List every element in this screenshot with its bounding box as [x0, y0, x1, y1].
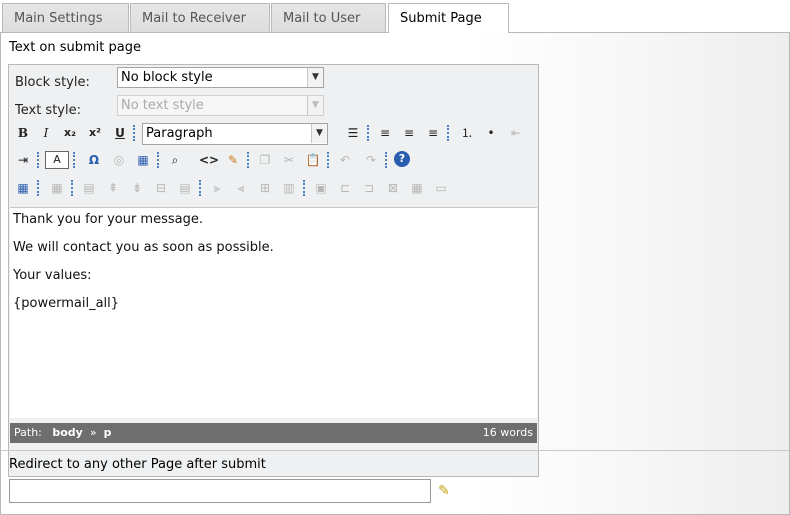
- chevron-down-icon: ▼: [307, 68, 323, 87]
- column-delete-icon: ⊞: [259, 181, 271, 195]
- copy-icon[interactable]: ❐: [255, 150, 275, 170]
- text-color-icon[interactable]: A: [45, 151, 69, 169]
- editor-content-area[interactable]: Thank you for your message. We will cont…: [10, 207, 537, 418]
- row-insert-after-icon: ⇟: [131, 181, 143, 195]
- table-insert-icon[interactable]: ▦: [13, 178, 33, 198]
- unordered-list-icon[interactable]: •: [481, 123, 501, 143]
- editor-statusbar: Path: body » p 16 words: [10, 423, 537, 443]
- tab-mail-to-receiver[interactable]: Mail to Receiver: [130, 3, 270, 33]
- paragraph-format-value: Paragraph: [146, 126, 213, 141]
- row-delete-icon: ⊟: [155, 181, 167, 195]
- toolbar-separator: [133, 125, 135, 141]
- path-label: Path:: [14, 426, 42, 439]
- text-style-select: No text style ▼: [117, 95, 324, 116]
- toolbar-separator: [157, 152, 159, 168]
- cell-delete-icon: ⊠: [387, 181, 399, 195]
- insert-link-icon[interactable]: ◎: [109, 150, 129, 170]
- row-split-icon: ▤: [179, 181, 191, 195]
- find-replace-icon[interactable]: ⌕: [165, 150, 185, 170]
- path-body[interactable]: body: [52, 426, 82, 439]
- ordered-list-icon[interactable]: ⒈: [457, 123, 477, 143]
- toolbar-separator: [199, 180, 201, 196]
- bold-icon[interactable]: B: [13, 123, 33, 143]
- cell-split-icon: ▦: [411, 181, 423, 195]
- chevron-down-icon: ▼: [311, 124, 327, 143]
- tab-bar: Main Settings Mail to Receiver Mail to U…: [0, 0, 790, 33]
- redirect-label: Redirect to any other Page after submit: [9, 457, 266, 472]
- toolbar-separator: [327, 152, 329, 168]
- toolbar-separator: [37, 152, 39, 168]
- toolbar-separator: [247, 152, 249, 168]
- submit-page-panel: Text on submit page Block style: No bloc…: [0, 32, 790, 515]
- block-style-label: Block style:: [15, 75, 90, 90]
- toolbar-separator: [37, 180, 39, 196]
- row-insert-before-icon: ⇞: [107, 181, 119, 195]
- cell-merge-icon: ▭: [435, 181, 447, 195]
- special-char-icon[interactable]: Ω: [84, 150, 104, 170]
- toolbar-separator: [385, 152, 387, 168]
- tab-submit-page[interactable]: Submit Page: [388, 3, 509, 33]
- indent-icon[interactable]: ⇥: [13, 150, 33, 170]
- section-label-submit-text: Text on submit page: [9, 40, 141, 55]
- cell-insert-after-icon: ⊐: [363, 181, 375, 195]
- path-separator: »: [89, 426, 97, 439]
- page-browser-icon[interactable]: ✎: [434, 481, 454, 501]
- rich-text-editor: Block style: No block style ▼ Text style…: [8, 64, 539, 477]
- editor-paragraph: {powermail_all}: [13, 296, 120, 311]
- outdent-icon[interactable]: ⇤: [506, 123, 526, 143]
- column-split-icon: ▥: [283, 181, 295, 195]
- path-p[interactable]: p: [104, 426, 112, 439]
- align-left-icon[interactable]: ≡: [375, 123, 395, 143]
- block-style-select[interactable]: No block style ▼: [117, 67, 324, 88]
- align-center-icon[interactable]: ≡: [399, 123, 419, 143]
- table-properties-icon: ▦: [51, 181, 63, 195]
- superscript-icon[interactable]: x²: [85, 123, 105, 143]
- column-insert-after-icon: ⫷: [237, 181, 245, 195]
- help-icon[interactable]: ?: [394, 151, 410, 167]
- cut-icon[interactable]: ✂: [279, 150, 299, 170]
- paste-icon[interactable]: 📋: [303, 150, 323, 170]
- clean-icon[interactable]: ✎: [223, 150, 243, 170]
- tab-mail-to-user[interactable]: Mail to User: [271, 3, 386, 33]
- toolbar-separator: [71, 180, 73, 196]
- chevron-down-icon: ▼: [307, 96, 323, 115]
- cell-insert-before-icon: ⊏: [339, 181, 351, 195]
- insert-table-icon[interactable]: ▦: [133, 150, 153, 170]
- editor-paragraph: Your values:: [13, 268, 92, 283]
- editor-paragraph: We will contact you as soon as possible.: [13, 240, 274, 255]
- word-count: 16 words: [482, 426, 533, 439]
- text-style-value: No text style: [121, 98, 204, 113]
- text-style-label: Text style:: [15, 103, 81, 118]
- redo-icon[interactable]: ↷: [361, 150, 381, 170]
- toolbar-separator: [73, 152, 75, 168]
- paragraph-format-select[interactable]: Paragraph ▼: [142, 123, 328, 145]
- align-right-icon[interactable]: ≡: [423, 123, 443, 143]
- list-style-icon[interactable]: ☰: [343, 123, 363, 143]
- cell-properties-icon: ▣: [315, 181, 327, 195]
- column-insert-before-icon: ⫸: [213, 181, 221, 195]
- subscript-icon[interactable]: x₂: [60, 123, 80, 143]
- toolbar-separator: [303, 180, 305, 196]
- toolbar-separator: [447, 125, 449, 141]
- block-style-value: No block style: [121, 70, 213, 85]
- underline-icon[interactable]: U: [110, 123, 130, 143]
- tab-main-settings[interactable]: Main Settings: [2, 3, 129, 33]
- editor-paragraph: Thank you for your message.: [13, 212, 203, 227]
- html-source-icon[interactable]: <>: [199, 150, 219, 170]
- row-properties-icon: ▤: [83, 181, 95, 195]
- italic-icon[interactable]: I: [36, 123, 56, 143]
- undo-icon[interactable]: ↶: [335, 150, 355, 170]
- redirect-page-input[interactable]: [9, 479, 431, 503]
- panel-divider: [1, 450, 789, 451]
- toolbar-separator: [367, 125, 369, 141]
